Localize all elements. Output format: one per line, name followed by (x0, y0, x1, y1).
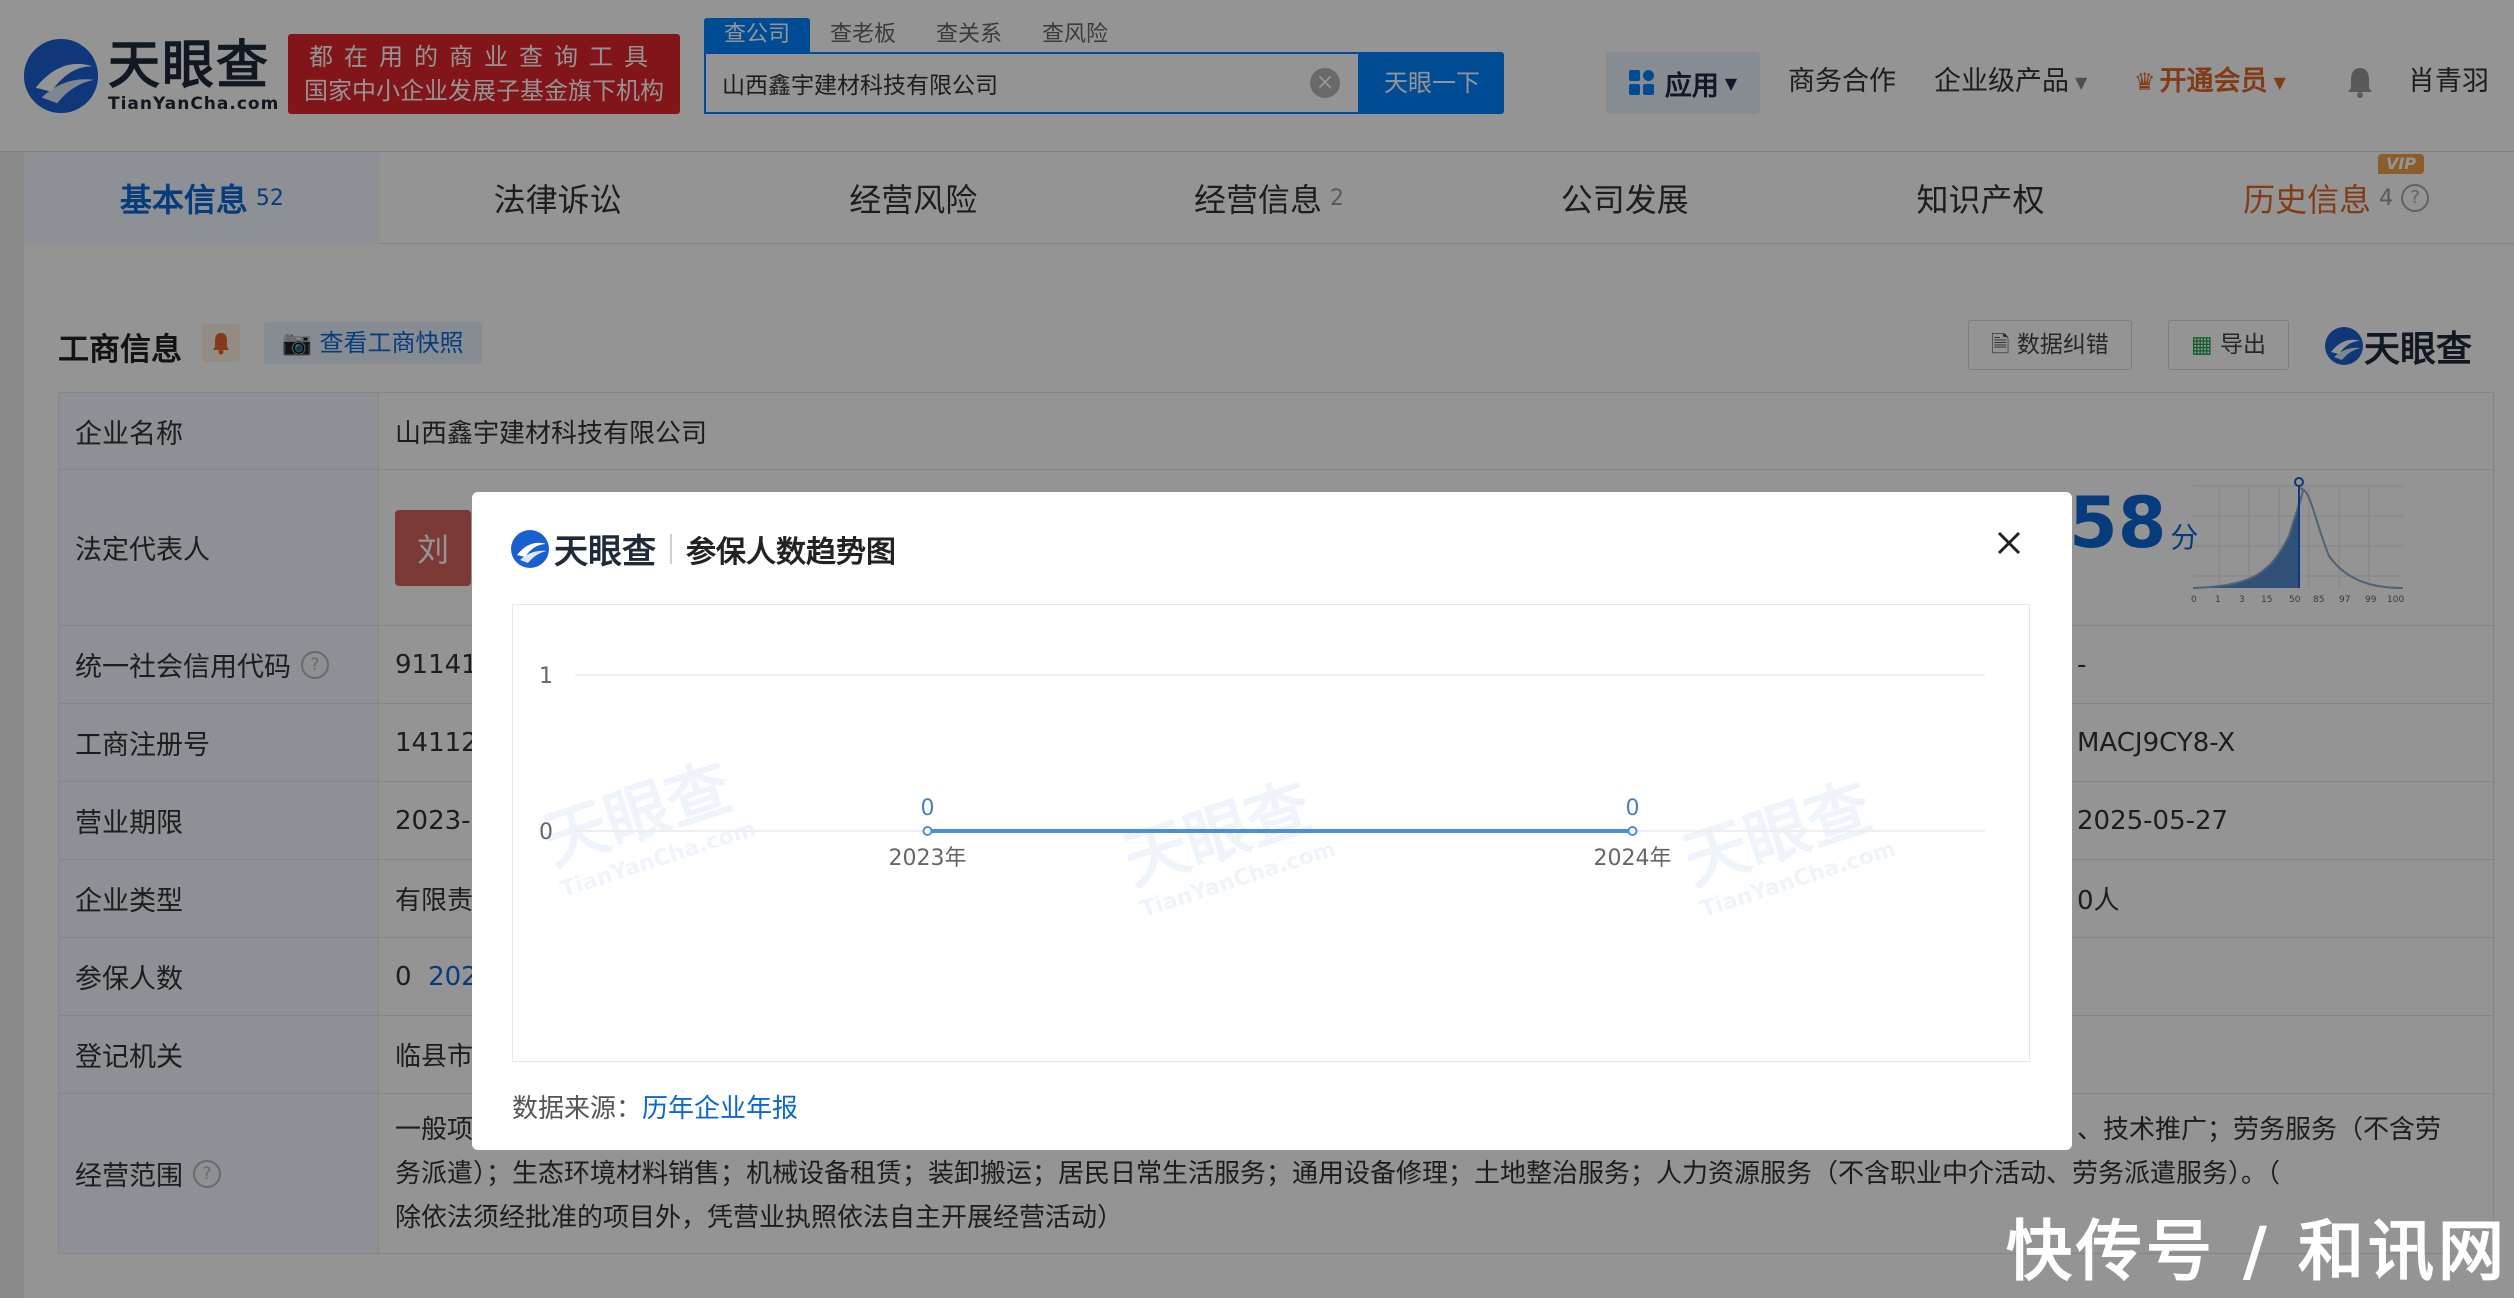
annual-report-link[interactable]: 历年企业年报 (642, 1094, 798, 1124)
data-point (922, 826, 933, 836)
data-label: 0 (1626, 796, 1640, 821)
modal-header: 天眼查 参保人数趋势图 (510, 524, 896, 573)
chart-watermark: 天眼查TianYanCha.com 天眼查TianYanCha.com 天眼查T… (535, 751, 1899, 924)
tianyancha-logo-icon (511, 529, 549, 568)
y-tick-label: 1 (539, 664, 553, 689)
x-tick-label: 2024年 (1594, 846, 1672, 871)
data-source: 数据来源：历年企业年报 (512, 1088, 798, 1125)
insured-trend-modal: 天眼查 参保人数趋势图 天眼查 TianYanCha.com 天眼查 TianYan… (472, 492, 2072, 1150)
header-divider (670, 533, 672, 564)
x-tick-label: 2023年 (889, 846, 967, 871)
y-tick-label: 0 (539, 820, 553, 845)
chart-container: 天眼查 TianYanCha.com 天眼查 TianYanCha.com 天眼查 T… (512, 604, 2030, 1062)
close-icon[interactable] (1994, 528, 2024, 558)
data-source-label: 数据来源： (512, 1094, 643, 1124)
data-point (1627, 826, 1638, 836)
insured-trend-chart: 天眼查TianYanCha.com 天眼查TianYanCha.com 天眼查T… (535, 664, 1985, 924)
site-watermark: 快传号 / 和讯网 (2005, 1213, 2508, 1290)
data-label: 0 (921, 796, 935, 821)
modal-title: 参保人数趋势图 (686, 534, 896, 570)
modal-brand: 天眼查 (554, 532, 656, 572)
